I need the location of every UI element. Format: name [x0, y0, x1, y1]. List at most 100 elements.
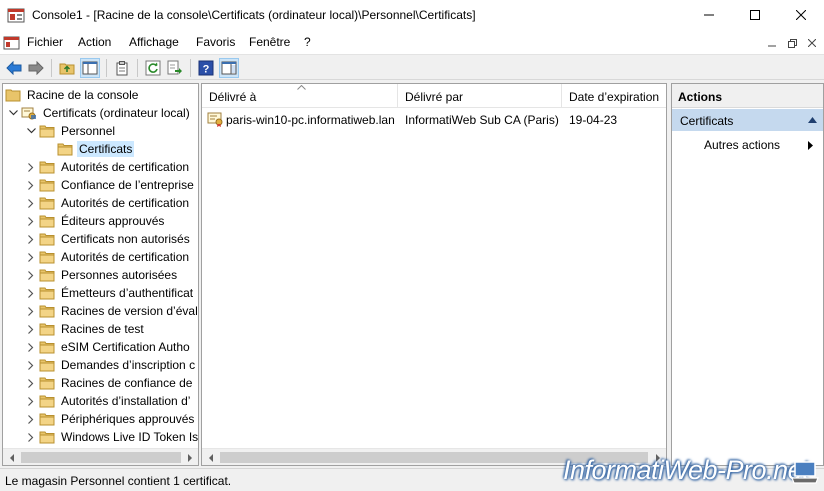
menu-favoris[interactable]: Favoris: [196, 35, 235, 49]
tree-item[interactable]: Autorités de certification: [25, 194, 191, 212]
console-tree-icon: [82, 61, 98, 75]
show-hide-action-pane-button[interactable]: [219, 58, 239, 78]
scroll-left-icon[interactable]: [202, 449, 219, 465]
folder-icon: [39, 341, 55, 354]
tree-item[interactable]: Certificats non autorisés: [25, 230, 192, 248]
chevron-right-icon[interactable]: [25, 338, 37, 356]
submenu-arrow-icon[interactable]: [808, 141, 813, 150]
tree-item[interactable]: Windows Live ID Token Is: [25, 428, 198, 446]
minimize-button[interactable]: [686, 0, 732, 30]
chevron-right-icon[interactable]: [25, 248, 37, 266]
show-hide-tree-button[interactable]: [80, 58, 100, 78]
tree-item-label: Autorités de certification: [61, 250, 190, 264]
tree-item[interactable]: Certificats: [43, 140, 135, 158]
column-header-issued-to[interactable]: Délivré à: [202, 84, 398, 108]
tree-item[interactable]: eSIM Certification Autho: [25, 338, 192, 356]
chevron-right-icon[interactable]: [25, 176, 37, 194]
chevron-right-icon[interactable]: [25, 158, 37, 176]
chevron-right-icon[interactable]: [25, 230, 37, 248]
tree-horizontal-scrollbar[interactable]: [3, 448, 198, 465]
back-button[interactable]: [4, 58, 24, 78]
tree-item-label: Racines de version d’éval: [61, 304, 198, 318]
column-header-issued-by[interactable]: Délivré par: [398, 84, 562, 108]
chevron-right-icon[interactable]: [25, 212, 37, 230]
folder-icon: [39, 413, 55, 426]
console-root-icon: [5, 89, 21, 102]
forward-arrow-icon: [28, 61, 44, 75]
refresh-button[interactable]: [143, 58, 163, 78]
help-book-icon: ?: [198, 60, 214, 76]
certificates-snapin-icon: [21, 107, 36, 120]
chevron-right-icon[interactable]: [25, 356, 37, 374]
tree-item[interactable]: Demandes d’inscription c: [25, 356, 197, 374]
toolbar-separator: [190, 59, 191, 77]
tree-item[interactable]: Racines de version d’éval: [25, 302, 198, 320]
chevron-right-icon[interactable]: [25, 194, 37, 212]
minimize-icon: [768, 45, 776, 47]
help-button[interactable]: ?: [196, 58, 216, 78]
close-button[interactable]: [778, 0, 824, 30]
chevron-right-icon[interactable]: [25, 302, 37, 320]
forward-button[interactable]: [26, 58, 46, 78]
chevron-down-icon[interactable]: [7, 104, 19, 122]
toolbar-separator: [137, 59, 138, 77]
tree-item[interactable]: Personnes autorisées: [25, 266, 179, 284]
tree-item-label: Racine de la console: [27, 88, 139, 102]
menu-action[interactable]: Action: [78, 35, 111, 49]
tree-item[interactable]: Éditeurs approuvés: [25, 212, 166, 230]
mdi-close-button[interactable]: [804, 35, 820, 51]
close-icon: [796, 10, 806, 20]
watermark-text: InformatiWeb-Pro.net: [563, 455, 810, 485]
export-list-button[interactable]: [165, 58, 185, 78]
tree-item-label: Racines de test: [61, 322, 144, 336]
collapse-up-icon[interactable]: [808, 117, 817, 123]
chevron-right-icon[interactable]: [25, 320, 37, 338]
tree-item[interactable]: Racine de la console: [5, 86, 140, 104]
up-one-level-button[interactable]: [57, 58, 77, 78]
tree-item-label: Autorités de certification: [61, 196, 190, 210]
svg-text:?: ?: [203, 64, 210, 76]
menu-help[interactable]: ?: [304, 35, 311, 49]
scroll-left-icon[interactable]: [3, 449, 20, 465]
tree-item[interactable]: Périphériques approuvés: [25, 410, 196, 428]
results-list: Délivré à Délivré par Date d’expiration …: [201, 83, 667, 466]
cell-issued-by: InformatiWeb Sub CA (Paris): [405, 113, 559, 127]
tree-item[interactable]: Autorités de certification: [25, 248, 191, 266]
scroll-thumb[interactable]: [21, 452, 181, 463]
folder-icon: [39, 305, 55, 318]
tree-item[interactable]: Certificats (ordinateur local): [7, 104, 192, 122]
console-tree: Racine de la console Certificats (ordinat…: [2, 83, 199, 466]
console-menu-icon[interactable]: [3, 35, 20, 51]
menu-affichage[interactable]: Affichage: [129, 35, 179, 49]
toolbar: ?: [0, 54, 824, 80]
menu-fichier[interactable]: Fichier: [27, 35, 63, 49]
tree-item[interactable]: Autorités d’installation d’: [25, 392, 192, 410]
maximize-button[interactable]: [732, 0, 778, 30]
close-icon: [808, 39, 816, 47]
tree-item[interactable]: Confiance de l’entreprise: [25, 176, 196, 194]
chevron-right-icon[interactable]: [25, 266, 37, 284]
chevron-right-icon[interactable]: [25, 428, 37, 446]
tree-item[interactable]: Émetteurs d’authentificat: [25, 284, 195, 302]
chevron-right-icon[interactable]: [25, 410, 37, 428]
chevron-right-icon[interactable]: [25, 374, 37, 392]
scroll-right-icon[interactable]: [181, 449, 198, 465]
back-arrow-icon: [6, 61, 22, 75]
properties-button[interactable]: [112, 58, 132, 78]
menu-fenetre[interactable]: Fenêtre: [249, 35, 290, 49]
actions-section-certificats[interactable]: Certificats: [672, 109, 823, 131]
column-header-expiration[interactable]: Date d’expiration: [562, 84, 666, 108]
chevron-right-icon[interactable]: [25, 284, 37, 302]
tree-item[interactable]: Racines de test: [25, 320, 146, 338]
tree-item[interactable]: Racines de confiance de: [25, 374, 194, 392]
chevron-right-icon[interactable]: [25, 392, 37, 410]
action-autres-actions[interactable]: Autres actions: [704, 138, 780, 152]
tree-item[interactable]: Autorités de certification: [25, 158, 191, 176]
chevron-down-icon[interactable]: [25, 122, 37, 140]
mdi-minimize-button[interactable]: [764, 35, 780, 51]
mdi-restore-button[interactable]: [784, 35, 800, 51]
cell-expiration: 19-04-23: [569, 113, 618, 127]
folder-icon: [39, 197, 55, 210]
tree-item[interactable]: Personnel: [25, 122, 117, 140]
folder-open-icon: [57, 143, 73, 156]
